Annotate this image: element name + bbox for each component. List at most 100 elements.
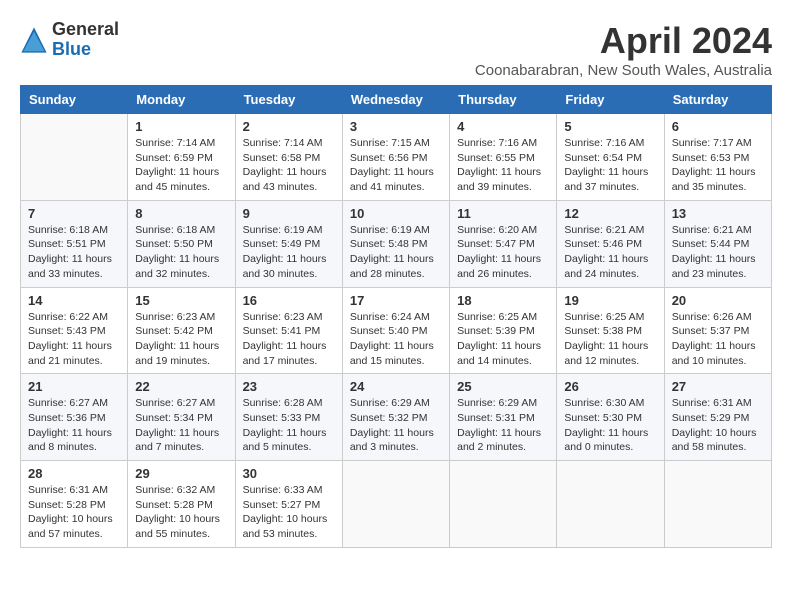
day-info-line: Sunset: 5:44 PM bbox=[672, 237, 764, 252]
day-info-line: Daylight: 11 hours bbox=[28, 426, 120, 441]
column-header-friday: Friday bbox=[557, 86, 664, 114]
day-info-line: Sunrise: 6:25 AM bbox=[457, 310, 549, 325]
week-row-1: 7Sunrise: 6:18 AMSunset: 5:51 PMDaylight… bbox=[21, 200, 772, 287]
header-row: SundayMondayTuesdayWednesdayThursdayFrid… bbox=[21, 86, 772, 114]
day-number: 28 bbox=[28, 466, 120, 481]
day-info-line: Daylight: 11 hours bbox=[564, 426, 656, 441]
day-info-line: and 41 minutes. bbox=[350, 180, 442, 195]
day-number: 19 bbox=[564, 293, 656, 308]
day-info-line: and 12 minutes. bbox=[564, 354, 656, 369]
day-info-line: and 55 minutes. bbox=[135, 527, 227, 542]
day-info-line: and 58 minutes. bbox=[672, 440, 764, 455]
day-number: 17 bbox=[350, 293, 442, 308]
day-info-line: Daylight: 11 hours bbox=[672, 339, 764, 354]
day-number: 3 bbox=[350, 119, 442, 134]
day-info-line: Sunset: 5:41 PM bbox=[243, 324, 335, 339]
day-info-line: Sunset: 5:32 PM bbox=[350, 411, 442, 426]
day-info-line: and 7 minutes. bbox=[135, 440, 227, 455]
calendar-cell: 2Sunrise: 7:14 AMSunset: 6:58 PMDaylight… bbox=[235, 114, 342, 201]
column-header-sunday: Sunday bbox=[21, 86, 128, 114]
day-info-line: Sunrise: 6:23 AM bbox=[243, 310, 335, 325]
calendar-cell: 20Sunrise: 6:26 AMSunset: 5:37 PMDayligh… bbox=[664, 287, 771, 374]
day-info-line: Sunset: 6:53 PM bbox=[672, 151, 764, 166]
day-info-line: Sunrise: 6:28 AM bbox=[243, 396, 335, 411]
day-info-line: Sunrise: 6:32 AM bbox=[135, 483, 227, 498]
day-info-line: and 28 minutes. bbox=[350, 267, 442, 282]
day-info-line: and 3 minutes. bbox=[350, 440, 442, 455]
day-info-line: Sunrise: 6:31 AM bbox=[672, 396, 764, 411]
day-info-line: Sunrise: 6:18 AM bbox=[135, 223, 227, 238]
day-number: 13 bbox=[672, 206, 764, 221]
day-info-line: and 33 minutes. bbox=[28, 267, 120, 282]
day-number: 1 bbox=[135, 119, 227, 134]
day-info-line: Sunrise: 6:33 AM bbox=[243, 483, 335, 498]
day-info-line: Sunset: 5:36 PM bbox=[28, 411, 120, 426]
day-info-line: Sunrise: 6:19 AM bbox=[243, 223, 335, 238]
day-info-line: and 32 minutes. bbox=[135, 267, 227, 282]
day-info-line: and 2 minutes. bbox=[457, 440, 549, 455]
day-info-line: Sunset: 5:38 PM bbox=[564, 324, 656, 339]
day-info-line: Sunrise: 6:31 AM bbox=[28, 483, 120, 498]
day-info-line: Sunrise: 7:15 AM bbox=[350, 136, 442, 151]
column-header-saturday: Saturday bbox=[664, 86, 771, 114]
day-info-line: Sunrise: 7:14 AM bbox=[135, 136, 227, 151]
day-info-line: Sunset: 6:59 PM bbox=[135, 151, 227, 166]
calendar-cell: 16Sunrise: 6:23 AMSunset: 5:41 PMDayligh… bbox=[235, 287, 342, 374]
day-info-line: and 24 minutes. bbox=[564, 267, 656, 282]
day-info-line: Daylight: 10 hours bbox=[28, 512, 120, 527]
week-row-0: 1Sunrise: 7:14 AMSunset: 6:59 PMDaylight… bbox=[21, 114, 772, 201]
day-number: 18 bbox=[457, 293, 549, 308]
day-info-line: Daylight: 11 hours bbox=[28, 339, 120, 354]
location-title: Coonabarabran, New South Wales, Australi… bbox=[475, 62, 772, 79]
day-info-line: Sunrise: 7:16 AM bbox=[564, 136, 656, 151]
day-info-line: and 0 minutes. bbox=[564, 440, 656, 455]
day-info-line: Sunset: 5:51 PM bbox=[28, 237, 120, 252]
day-info-line: Sunrise: 7:14 AM bbox=[243, 136, 335, 151]
day-info-line: Daylight: 10 hours bbox=[135, 512, 227, 527]
day-info-line: Sunset: 5:30 PM bbox=[564, 411, 656, 426]
day-info-line: and 53 minutes. bbox=[243, 527, 335, 542]
day-info-line: Sunset: 5:46 PM bbox=[564, 237, 656, 252]
logo: General Blue bbox=[20, 20, 119, 60]
calendar-cell bbox=[21, 114, 128, 201]
day-number: 6 bbox=[672, 119, 764, 134]
day-info-line: Sunset: 5:43 PM bbox=[28, 324, 120, 339]
day-info-line: Daylight: 11 hours bbox=[135, 252, 227, 267]
calendar-cell: 13Sunrise: 6:21 AMSunset: 5:44 PMDayligh… bbox=[664, 200, 771, 287]
day-info-line: Daylight: 11 hours bbox=[350, 252, 442, 267]
calendar-cell: 29Sunrise: 6:32 AMSunset: 5:28 PMDayligh… bbox=[128, 461, 235, 548]
calendar-cell bbox=[342, 461, 449, 548]
day-number: 23 bbox=[243, 379, 335, 394]
day-info-line: Sunrise: 7:16 AM bbox=[457, 136, 549, 151]
column-header-wednesday: Wednesday bbox=[342, 86, 449, 114]
calendar-cell bbox=[450, 461, 557, 548]
day-info-line: Sunrise: 6:24 AM bbox=[350, 310, 442, 325]
day-info-line: and 26 minutes. bbox=[457, 267, 549, 282]
calendar-cell bbox=[557, 461, 664, 548]
day-info-line: Sunrise: 6:19 AM bbox=[350, 223, 442, 238]
day-number: 15 bbox=[135, 293, 227, 308]
calendar-cell: 3Sunrise: 7:15 AMSunset: 6:56 PMDaylight… bbox=[342, 114, 449, 201]
day-info-line: Sunset: 5:34 PM bbox=[135, 411, 227, 426]
day-info-line: and 35 minutes. bbox=[672, 180, 764, 195]
day-info-line: Sunset: 5:48 PM bbox=[350, 237, 442, 252]
day-info-line: Sunset: 6:54 PM bbox=[564, 151, 656, 166]
logo-blue: Blue bbox=[52, 40, 119, 60]
logo-general: General bbox=[52, 20, 119, 40]
day-info-line: Sunrise: 6:27 AM bbox=[28, 396, 120, 411]
column-header-monday: Monday bbox=[128, 86, 235, 114]
day-info-line: Daylight: 11 hours bbox=[135, 339, 227, 354]
day-info-line: and 5 minutes. bbox=[243, 440, 335, 455]
calendar-cell: 9Sunrise: 6:19 AMSunset: 5:49 PMDaylight… bbox=[235, 200, 342, 287]
day-info-line: Sunrise: 6:23 AM bbox=[135, 310, 227, 325]
header: General Blue April 2024 Coonabarabran, N… bbox=[20, 20, 772, 79]
day-info-line: and 39 minutes. bbox=[457, 180, 549, 195]
page: General Blue April 2024 Coonabarabran, N… bbox=[0, 0, 792, 558]
calendar-table: SundayMondayTuesdayWednesdayThursdayFrid… bbox=[20, 85, 772, 548]
day-info-line: Sunset: 5:37 PM bbox=[672, 324, 764, 339]
day-number: 30 bbox=[243, 466, 335, 481]
day-info-line: Sunrise: 6:22 AM bbox=[28, 310, 120, 325]
day-info-line: and 19 minutes. bbox=[135, 354, 227, 369]
month-title: April 2024 bbox=[475, 20, 772, 62]
day-info-line: Sunset: 5:47 PM bbox=[457, 237, 549, 252]
